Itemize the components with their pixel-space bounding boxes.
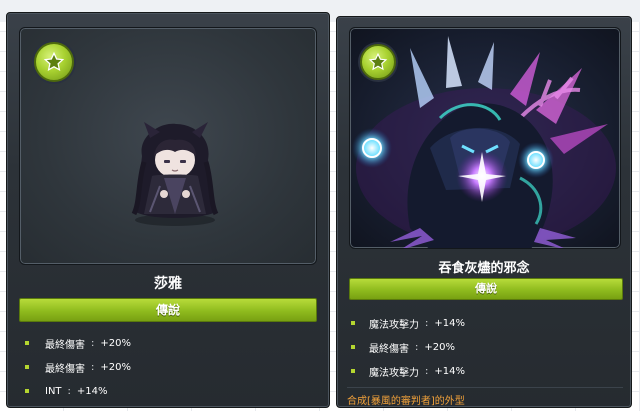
stat-name: 魔法攻擊力	[369, 319, 419, 331]
stat-value: +14%	[76, 385, 108, 397]
rarity-bar: 傳說	[349, 278, 623, 300]
bullet-icon	[25, 389, 29, 393]
stat-name: 最終傷害	[369, 343, 409, 355]
monster-card-right: 吞食灰燼的邪念 傳說 魔法攻擊力 : +14% 最終傷害 : +20% 魔法攻擊…	[336, 16, 632, 408]
stat-row: 魔法攻擊力 : +14%	[351, 359, 465, 383]
star-icon	[34, 42, 74, 82]
bullet-icon	[351, 369, 355, 373]
stat-value: +20%	[100, 361, 131, 373]
stat-value: +20%	[100, 337, 131, 349]
stat-row: 最終傷害 : +20%	[25, 355, 131, 379]
stat-row: 魔法攻擊力 : +14%	[351, 311, 465, 335]
stat-value: +14%	[434, 317, 465, 329]
stat-separator: :	[91, 337, 95, 349]
card-name: 吞食灰燼的邪念	[438, 261, 530, 276]
stat-separator: :	[425, 317, 429, 329]
stat-separator: :	[91, 361, 95, 373]
stat-row: 最終傷害 : +20%	[351, 335, 465, 359]
rarity-bar: 傳說	[19, 298, 317, 322]
monster-card-left: 莎雅 傳說 最終傷害 : +20% 最終傷害 : +20% INT : +14%	[6, 12, 330, 408]
card-portrait	[19, 27, 317, 265]
bullet-icon	[351, 321, 355, 325]
stat-value: +14%	[434, 365, 465, 377]
stat-row: INT : +14%	[25, 379, 131, 403]
card-name: 莎雅	[154, 276, 182, 292]
stat-separator: :	[415, 341, 419, 353]
stat-list: 最終傷害 : +20% 最終傷害 : +20% INT : +14%	[25, 331, 131, 403]
stat-value: +20%	[424, 341, 455, 353]
stat-name: 魔法攻擊力	[369, 367, 419, 379]
chibi-character-icon	[120, 116, 230, 228]
stat-name: INT	[45, 385, 62, 397]
stat-row: 最終傷害 : +20%	[25, 331, 131, 355]
stat-name: 最終傷害	[45, 339, 85, 351]
bullet-icon	[25, 365, 29, 369]
stat-separator: :	[67, 385, 71, 397]
stat-name: 最終傷害	[45, 363, 85, 375]
bullet-icon	[25, 341, 29, 345]
stat-separator: :	[425, 365, 429, 377]
stat-list: 魔法攻擊力 : +14% 最終傷害 : +20% 魔法攻擊力 : +14%	[351, 311, 465, 383]
card-note: 合成[暴風的審判者]的外型	[347, 387, 623, 407]
star-icon	[360, 44, 396, 80]
card-portrait	[349, 27, 621, 249]
bullet-icon	[351, 345, 355, 349]
